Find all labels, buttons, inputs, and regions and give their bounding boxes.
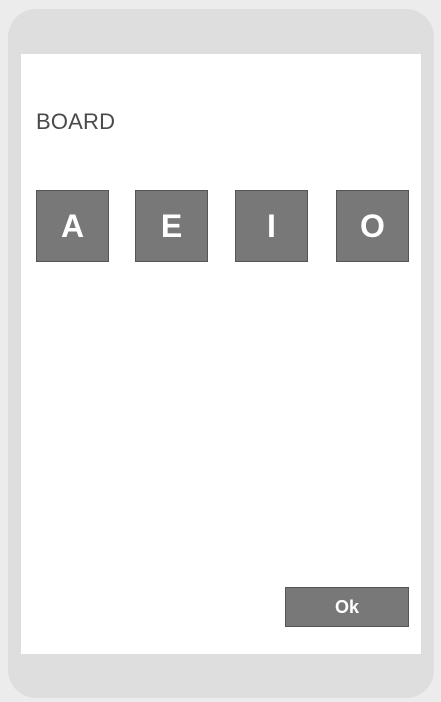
letter-tile-o[interactable]: O	[336, 190, 409, 262]
letter-tile-a[interactable]: A	[36, 190, 109, 262]
board-title: BOARD	[36, 109, 116, 134]
ok-button[interactable]: Ok	[285, 587, 409, 627]
letter-tile-i[interactable]: I	[235, 190, 308, 262]
app-screen: BOARD A E I O Ok	[21, 54, 421, 654]
letter-tile-e[interactable]: E	[135, 190, 208, 262]
letter-tiles: A E I O	[36, 190, 409, 262]
